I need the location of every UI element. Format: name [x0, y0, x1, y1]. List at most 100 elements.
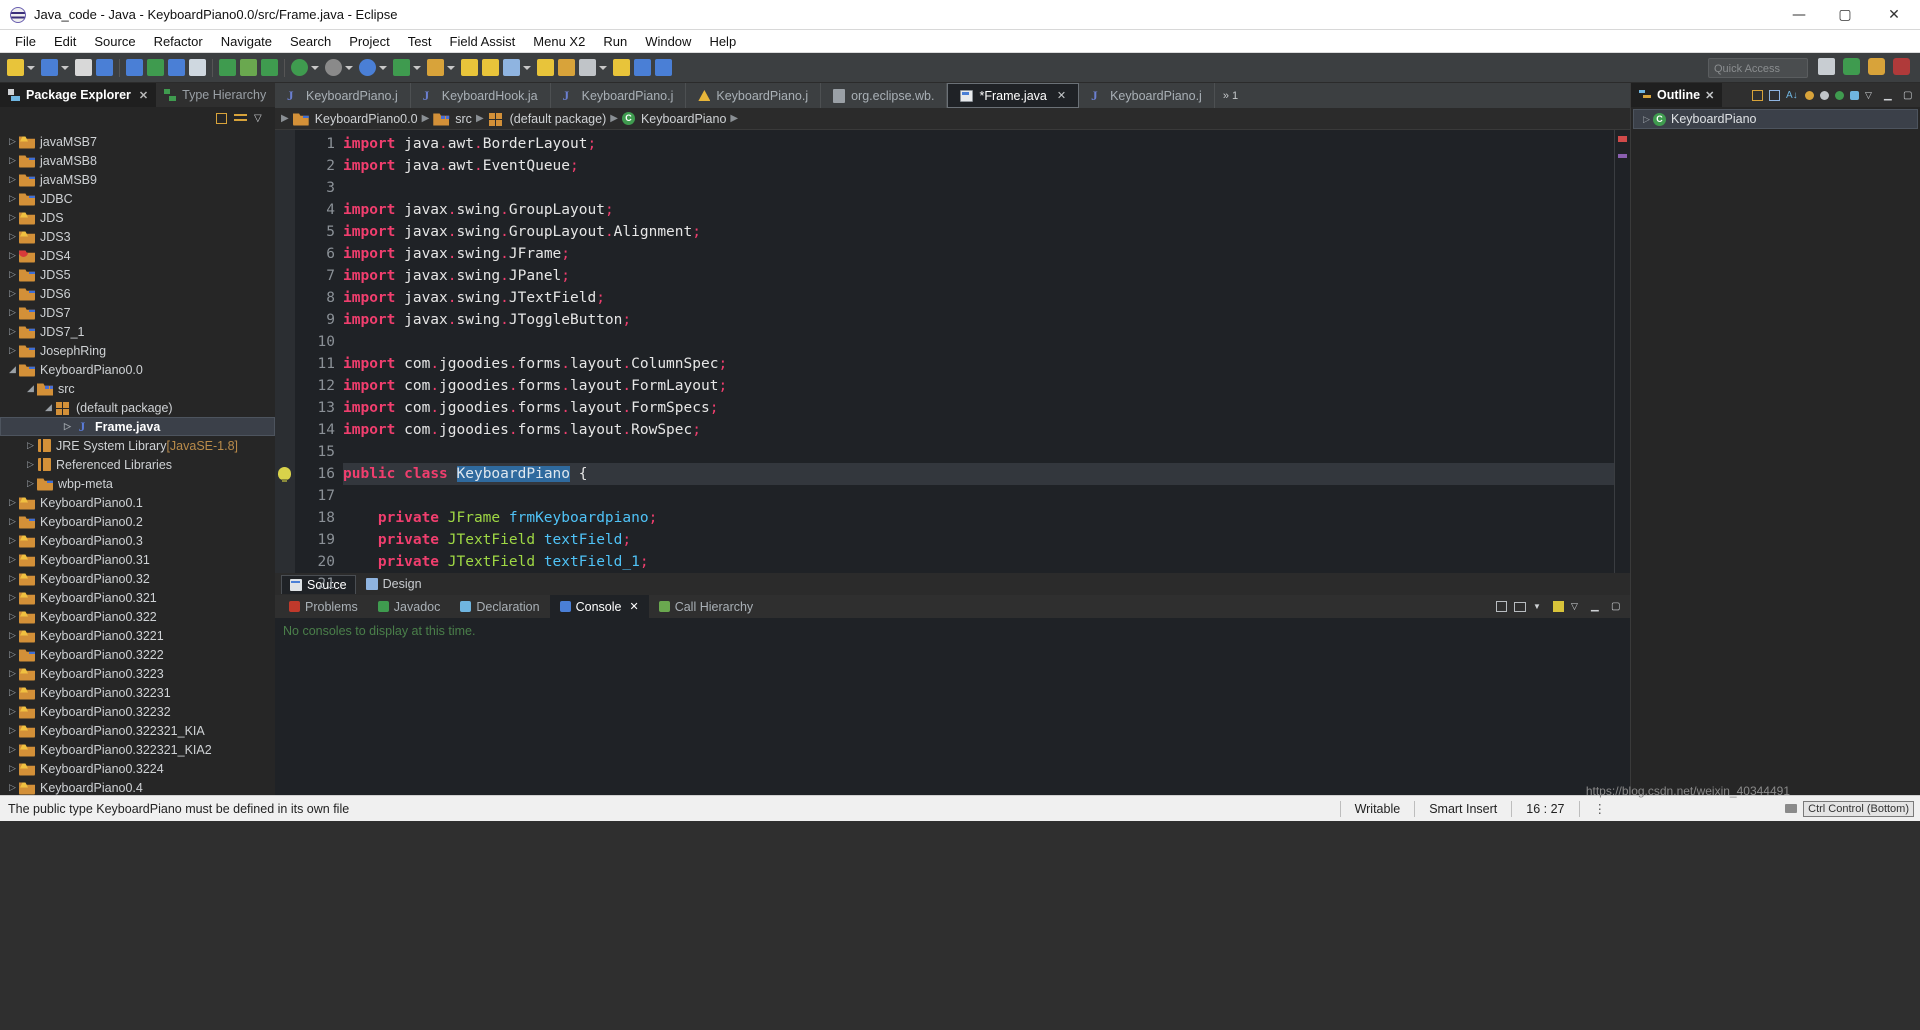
- export-icon[interactable]: [189, 59, 206, 76]
- run-icon[interactable]: [325, 59, 342, 76]
- expander-closed-icon[interactable]: ▷: [6, 326, 19, 337]
- menu-item-search[interactable]: Search: [281, 32, 340, 51]
- search-type-icon[interactable]: [537, 59, 554, 76]
- tree-item[interactable]: ▷ JDS5: [0, 265, 275, 284]
- console-view-menu-icon[interactable]: ▽: [1571, 600, 1584, 613]
- external-tools-icon[interactable]: [393, 59, 410, 76]
- new-dropdown-icon[interactable]: [27, 65, 35, 70]
- link-with-editor-icon[interactable]: [234, 111, 247, 125]
- status-overflow-icon[interactable]: ⋮: [1580, 801, 1621, 816]
- code-line[interactable]: import javax.swing.GroupLayout;: [343, 199, 1614, 221]
- menu-item-refactor[interactable]: Refactor: [145, 32, 212, 51]
- code-line[interactable]: [343, 331, 1614, 353]
- expander-closed-icon[interactable]: ▷: [6, 535, 19, 546]
- expander-closed-icon[interactable]: ▷: [6, 497, 19, 508]
- menu-item-window[interactable]: Window: [636, 32, 700, 51]
- new-package-icon[interactable]: [461, 59, 478, 76]
- expander-closed-icon[interactable]: ▷: [24, 440, 37, 451]
- breadcrumb-item[interactable]: src: [433, 112, 472, 126]
- expander-open-icon[interactable]: ◢: [42, 402, 55, 413]
- expander-open-icon[interactable]: ◢: [6, 364, 19, 375]
- menu-item-help[interactable]: Help: [700, 32, 745, 51]
- expander-closed-icon[interactable]: ▷: [6, 573, 19, 584]
- close-icon[interactable]: ✕: [1705, 89, 1714, 102]
- expander-open-icon[interactable]: ◢: [24, 383, 37, 394]
- tree-item[interactable]: ▷ KeyboardPiano0.1: [0, 493, 275, 512]
- tree-item[interactable]: ▷ KeyboardPiano0.32231: [0, 683, 275, 702]
- expander-closed-icon[interactable]: ▷: [6, 516, 19, 527]
- expander-closed-icon[interactable]: ▷: [6, 250, 19, 261]
- maximize-outline-icon[interactable]: ▢: [1903, 89, 1916, 102]
- debug-dropdown-icon[interactable]: [311, 65, 319, 70]
- open-task-icon[interactable]: [558, 59, 575, 76]
- more-icon[interactable]: [147, 59, 164, 76]
- run-coverage-icon[interactable]: [359, 59, 376, 76]
- code-line[interactable]: [343, 177, 1614, 199]
- tree-item[interactable]: ▷ javaMSB8: [0, 151, 275, 170]
- refresh-icon[interactable]: [503, 59, 520, 76]
- save-icon[interactable]: [75, 59, 92, 76]
- tree-item[interactable]: ▷ JDS7_1: [0, 322, 275, 341]
- debug-icon[interactable]: [291, 59, 308, 76]
- expander-closed-icon[interactable]: ▷: [24, 478, 37, 489]
- new-console-icon[interactable]: [1496, 601, 1507, 612]
- coverage-dropdown-icon[interactable]: [379, 65, 387, 70]
- skip-breakpoints-icon[interactable]: [427, 59, 444, 76]
- menu-item-run[interactable]: Run: [594, 32, 636, 51]
- new-java-class-icon[interactable]: [41, 59, 58, 76]
- perspective-switcher[interactable]: [1816, 58, 1912, 75]
- pin-console-icon[interactable]: [1553, 601, 1564, 612]
- tree-item[interactable]: ▷ KeyboardPiano0.31: [0, 550, 275, 569]
- preview-icon[interactable]: [613, 59, 630, 76]
- menu-item-menu-x2[interactable]: Menu X2: [524, 32, 594, 51]
- expander-closed-icon[interactable]: ▷: [24, 459, 37, 470]
- code-line[interactable]: import javax.swing.GroupLayout.Alignment…: [343, 221, 1614, 243]
- new-project-icon[interactable]: [482, 59, 499, 76]
- tree-item[interactable]: ▷ KeyboardPiano0.32: [0, 569, 275, 588]
- expander-closed-icon[interactable]: ▷: [6, 592, 19, 603]
- collapsed-overview-mark[interactable]: [1618, 154, 1627, 158]
- editor-tab[interactable]: J KeyboardPiano.j: [551, 83, 687, 108]
- quick-access-input[interactable]: Quick Access: [1708, 58, 1808, 78]
- tree-item[interactable]: ▷ wbp-meta: [0, 474, 275, 493]
- expander-closed-icon[interactable]: ▷: [6, 763, 19, 774]
- expander-closed-icon[interactable]: ▷: [6, 193, 19, 204]
- hide-fields-icon[interactable]: [1805, 90, 1814, 100]
- expander-closed-icon[interactable]: ▷: [61, 421, 74, 432]
- editor-tab[interactable]: org.eclipse.wb.: [821, 83, 948, 108]
- tree-item[interactable]: ▷ KeyboardPiano0.3: [0, 531, 275, 550]
- expander-closed-icon[interactable]: ▷: [6, 611, 19, 622]
- console-tab[interactable]: Console ✕: [549, 595, 649, 618]
- maximize-console-icon[interactable]: ▢: [1611, 600, 1624, 613]
- hide-static-icon[interactable]: [1820, 90, 1829, 100]
- console-tab[interactable]: Javadoc: [368, 595, 451, 618]
- new-wizard-icon[interactable]: [7, 59, 24, 76]
- tree-item[interactable]: ▷ JosephRing: [0, 341, 275, 360]
- expander-closed-icon[interactable]: ▷: [6, 706, 19, 717]
- menu-item-file[interactable]: File: [6, 32, 45, 51]
- error-overview-mark[interactable]: [1618, 136, 1627, 142]
- sidebar-tab-package-explorer[interactable]: Package Explorer ✕: [0, 83, 157, 107]
- tree-item[interactable]: ▷ Referenced Libraries: [0, 455, 275, 474]
- menu-item-navigate[interactable]: Navigate: [212, 32, 281, 51]
- expander-closed-icon[interactable]: ▷: [6, 668, 19, 679]
- color-picker-icon[interactable]: [634, 59, 651, 76]
- tree-item[interactable]: ▷ KeyboardPiano0.3224: [0, 759, 275, 778]
- code-line[interactable]: import javax.swing.JTextField;: [343, 287, 1614, 309]
- code-text[interactable]: import java.awt.BorderLayout; import java…: [341, 130, 1614, 573]
- print-icon[interactable]: [168, 59, 185, 76]
- code-line[interactable]: import com.jgoodies.forms.layout.RowSpec…: [343, 419, 1614, 441]
- expander-closed-icon[interactable]: ▷: [6, 725, 19, 736]
- code-line[interactable]: public class KeyboardPiano {: [343, 463, 1614, 485]
- code-line[interactable]: import java.awt.EventQueue;: [343, 155, 1614, 177]
- marker-gutter[interactable]: [275, 130, 295, 573]
- code-line[interactable]: private JTextField textField_1;: [343, 551, 1614, 573]
- new-class-dropdown-icon[interactable]: [61, 65, 69, 70]
- expander-closed-icon[interactable]: ▷: [6, 269, 19, 280]
- minimize-console-icon[interactable]: ▁: [1591, 600, 1604, 613]
- collapse-all-icon[interactable]: [216, 112, 227, 124]
- expander-closed-icon[interactable]: ▷: [6, 307, 19, 318]
- breadcrumb-item[interactable]: KeyboardPiano0.0: [292, 112, 418, 126]
- console-tab[interactable]: Call Hierarchy: [649, 595, 764, 618]
- expander-closed-icon[interactable]: ▷: [6, 288, 19, 299]
